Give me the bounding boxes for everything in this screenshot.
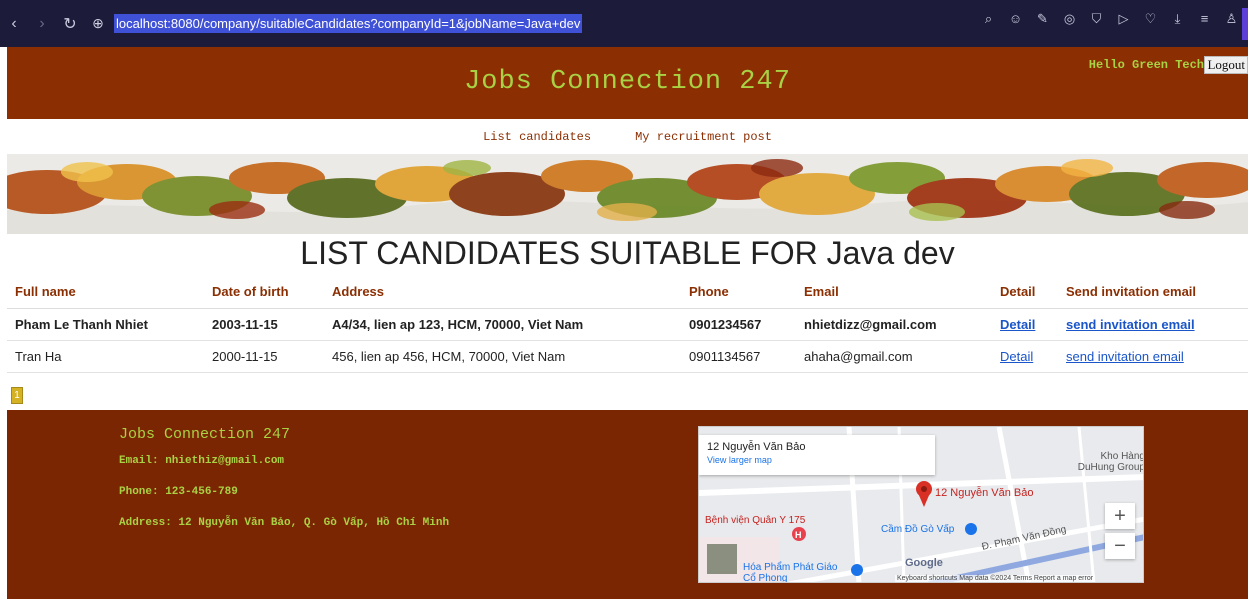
column-header: Email	[796, 275, 992, 309]
detail-cell: Detail	[992, 308, 1058, 341]
column-header: Date of birth	[204, 275, 324, 309]
globe-icon: ⊕	[92, 15, 104, 31]
page: Jobs Connection 247 Hello Green Tech Log…	[7, 47, 1248, 599]
google-logo: Google	[905, 557, 943, 569]
candidate-dob: 2000-11-15	[204, 340, 324, 373]
site-footer: Jobs Connection 247 Email: nhiethiz@gmai…	[7, 410, 1248, 599]
map-place-card: 12 Nguyễn Văn Bảo View larger map	[699, 435, 935, 475]
candidate-dob: 2003-11-15	[204, 308, 324, 341]
column-header: Full name	[7, 275, 204, 309]
camera-icon[interactable]: ◎	[1061, 10, 1078, 27]
column-header: Phone	[681, 275, 796, 309]
candidate-name: Tran Ha	[7, 340, 204, 373]
map-label: Hóa Phẩm Phát Giáo Cổ Phong	[743, 562, 838, 583]
column-header: Address	[324, 275, 681, 309]
column-header: Detail	[992, 275, 1058, 309]
menu-my-recruitment-post[interactable]: My recruitment post	[635, 130, 772, 144]
invite-cell: send invitation email	[1058, 340, 1248, 373]
shield-icon[interactable]: ⛉	[1088, 10, 1105, 27]
map-attribution[interactable]: Keyboard shortcuts Map data ©2024 Terms …	[895, 575, 1096, 582]
map-pin-label: 12 Nguyễn Văn Bảo	[935, 487, 1034, 499]
reload-icon[interactable]: ↻	[56, 10, 84, 38]
candidate-address: A4/34, lien ap 123, HCM, 70000, Viet Nam	[324, 308, 681, 341]
send-invitation-link[interactable]: send invitation email	[1066, 349, 1184, 364]
candidates-table: Full name Date of birth Address Phone Em…	[7, 275, 1248, 373]
candidate-name: Pham Le Thanh Nhiet	[7, 308, 204, 341]
leaves-banner	[7, 154, 1248, 234]
address-bar[interactable]: ⊕ localhost:8080/company/suitableCandida…	[90, 14, 583, 33]
zoom-in-button[interactable]: +	[1105, 503, 1135, 529]
candidate-email: nhietdizz@gmail.com	[796, 308, 992, 341]
logout-button[interactable]: Logout	[1204, 56, 1248, 74]
candidate-address: 456, lien ap 456, HCM, 70000, Viet Nam	[324, 340, 681, 373]
map-label: Bệnh viện Quân Y 175	[705, 515, 806, 526]
emoji-icon[interactable]: ☺	[1007, 10, 1024, 27]
play-icon[interactable]: ▷	[1115, 10, 1132, 27]
heart-icon[interactable]: ♡	[1142, 10, 1159, 27]
edit-icon[interactable]: ✎	[1034, 10, 1051, 27]
map-label: Kho Hàng DuHung Group	[1077, 451, 1144, 473]
back-icon[interactable]: ‹	[0, 10, 28, 38]
column-header: Send invitation email	[1058, 275, 1248, 309]
send-invitation-link[interactable]: send invitation email	[1066, 317, 1195, 332]
footer-phone: Phone: 123-456-789	[119, 486, 238, 498]
site-header: Jobs Connection 247 Hello Green Tech Log…	[7, 47, 1248, 119]
candidate-email: ahaha@gmail.com	[796, 340, 992, 373]
forward-icon[interactable]: ›	[28, 10, 56, 38]
pagination-page-1[interactable]: 1	[11, 387, 23, 404]
user-icon[interactable]: ♙	[1223, 10, 1240, 27]
invite-cell: send invitation email	[1058, 308, 1248, 341]
zoom-icon[interactable]: ⌕	[980, 10, 997, 27]
embedded-map[interactable]: H 12 Nguyễn Văn Bảo View larger map 12 N…	[698, 426, 1144, 583]
footer-title: Jobs Connection 247	[119, 426, 291, 443]
table-row: Tran Ha 2000-11-15 456, lien ap 456, HCM…	[7, 340, 1248, 373]
table-header-row: Full name Date of birth Address Phone Em…	[7, 275, 1248, 309]
candidate-phone: 0901234567	[681, 308, 796, 341]
footer-email: Email: nhiethiz@gmail.com	[119, 455, 285, 467]
leaves-banner-image	[7, 154, 1248, 234]
user-greeting: Hello Green Tech	[1088, 58, 1204, 72]
svg-text:H: H	[795, 530, 802, 540]
detail-link[interactable]: Detail	[1000, 349, 1033, 364]
page-title: LIST CANDIDATES SUITABLE FOR Java dev	[300, 235, 955, 271]
detail-cell: Detail	[992, 340, 1058, 373]
candidate-phone: 0901134567	[681, 340, 796, 373]
site-title: Jobs Connection 247	[464, 67, 791, 97]
footer-address: Address: 12 Nguyễn Văn Bảo, Q. Gò Vấp, H…	[119, 517, 450, 529]
sidebar-accent	[1242, 8, 1248, 40]
map-label: Cầm Đồ Gò Vấp	[881, 524, 955, 535]
url-text[interactable]: localhost:8080/company/suitableCandidate…	[114, 14, 583, 33]
view-larger-map-link[interactable]: View larger map	[707, 455, 927, 465]
menu-list-candidates[interactable]: List candidates	[483, 130, 591, 144]
browser-tools: ⌕ ☺ ✎ ◎ ⛉ ▷ ♡ ⤓ ≡ ♙	[980, 10, 1240, 27]
zoom-out-button[interactable]: −	[1105, 533, 1135, 559]
detail-link[interactable]: Detail	[1000, 317, 1035, 332]
browser-toolbar: ‹ › ↻ ⊕ localhost:8080/company/suitableC…	[0, 0, 1248, 47]
table-row: Pham Le Thanh Nhiet 2003-11-15 A4/34, li…	[7, 308, 1248, 341]
download-icon[interactable]: ⤓	[1169, 10, 1186, 27]
menu-icon[interactable]: ≡	[1196, 10, 1213, 27]
main-menu: List candidates My recruitment post	[7, 119, 1248, 154]
map-place-name: 12 Nguyễn Văn Bảo	[707, 441, 806, 453]
